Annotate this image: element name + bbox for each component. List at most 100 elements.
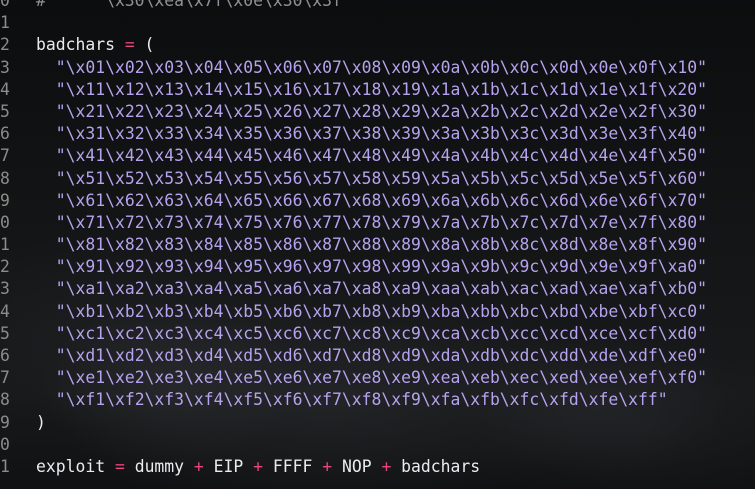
code-line[interactable]: 0 [0,434,755,456]
identifier: badchars [391,456,481,476]
code-line[interactable]: 7 "\xe1\xe2\xe3\xe4\xe5\xe6\xe7\xe8\xe9\… [0,367,755,389]
code-line[interactable]: 1 exploit = dummy + EIP + FFFF + NOP + ba… [0,456,755,478]
line-number: 3 [0,279,10,299]
identifier: exploit [36,456,115,476]
string-literal: "\x01\x02\x03\x04\x05\x06\x07\x08\x09\x0… [55,57,708,77]
string-literal: "\x11\x12\x13\x14\x15\x16\x17\x18\x19\x1… [55,79,708,99]
line-number: 6 [0,124,10,144]
code-editor[interactable]: 0 # "\x30\xea\x7f\x0e\x30\x3f" 1 2 badchars … [0,0,755,489]
line-content: # "\x30\xea\x7f\x0e\x30\x3f" [36,0,352,12]
punctuation: ( [134,35,155,55]
line-content: "\x51\x52\x53\x54\x55\x56\x57\x58\x59\x5… [36,168,707,190]
code-line[interactable]: 6 "\x31\x32\x33\x34\x35\x36\x37\x38\x39\… [0,123,755,145]
line-number: 0 [0,434,10,454]
string-literal: "\xd1\xd2\xd3\xd4\xd5\xd6\xd7\xd8\xd9\xd… [55,346,708,365]
string-literal: "\x61\x62\x63\x64\x65\x66\x67\x68\x69\x6… [55,190,708,210]
line-content: badchars = ( [36,34,154,56]
line-content: "\x01\x02\x03\x04\x05\x06\x07\x08\x09\x0… [36,57,707,79]
code-line[interactable]: 0 "\x71\x72\x73\x74\x75\x76\x77\x78\x79\… [0,212,755,234]
code-line[interactable]: 8 "\x51\x52\x53\x54\x55\x56\x57\x58\x59\… [0,168,755,190]
line-number: 4 [0,79,10,99]
code-line[interactable]: 5 "\x21\x22\x23\x24\x25\x26\x27\x28\x29\… [0,101,755,123]
line-number: 4 [0,301,10,321]
code-line[interactable]: 3 "\xa1\xa2\xa3\xa4\xa5\xa6\xa7\xa8\xa9\… [0,278,755,300]
line-content: "\x61\x62\x63\x64\x65\x66\x67\x68\x69\x6… [36,190,707,212]
line-number: 1 [0,13,10,33]
operator: = [114,456,125,476]
string-literal: "\x51\x52\x53\x54\x55\x56\x57\x58\x59\x5… [55,168,708,188]
code-line[interactable]: 4 "\xb1\xb2\xb3\xb4\xb5\xb6\xb7\xb8\xb9\… [0,301,755,323]
code-area[interactable]: 0 # "\x30\xea\x7f\x0e\x30\x3f" 1 2 badchars … [0,0,755,478]
line-number: 8 [0,168,10,188]
code-line[interactable]: 8 "\xf1\xf2\xf3\xf4\xf5\xf6\xf7\xf8\xf9\… [0,389,755,411]
line-content: "\xd1\xd2\xd3\xd4\xd5\xd6\xd7\xd8\xd9\xd… [36,345,707,367]
line-content: "\xc1\xc2\xc3\xc4\xc5\xc6\xc7\xc8\xc9\xc… [36,323,707,345]
line-content: "\xf1\xf2\xf3\xf4\xf5\xf6\xf7\xf8\xf9\xf… [36,389,668,411]
string-literal: "\xf1\xf2\xf3\xf4\xf5\xf6\xf7\xf8\xf9\xf… [55,390,668,410]
line-number: 0 [0,0,10,10]
code-line[interactable]: 5 "\xc1\xc2\xc3\xc4\xc5\xc6\xc7\xc8\xc9\… [0,323,755,345]
string-literal: "\x71\x72\x73\x74\x75\x76\x77\x78\x79\x7… [55,212,708,232]
identifier: EIP [203,456,254,476]
line-content: exploit = dummy + EIP + FFFF + NOP + bad… [36,456,480,478]
line-content: "\x91\x92\x93\x94\x95\x96\x97\x98\x99\x9… [36,256,707,278]
operator: + [381,456,392,476]
code-line[interactable]: 0 # "\x30\xea\x7f\x0e\x30\x3f" [0,0,755,12]
code-line[interactable]: 4 "\x11\x12\x13\x14\x15\x16\x17\x18\x19\… [0,79,755,101]
string-literal: "\xa1\xa2\xa3\xa4\xa5\xa6\xa7\xa8\xa9\xa… [55,279,708,299]
code-line[interactable]: 3 "\x01\x02\x03\x04\x05\x06\x07\x08\x09\… [0,57,755,79]
string-literal: "\x31\x32\x33\x34\x35\x36\x37\x38\x39\x3… [55,124,708,144]
line-number: 1 [0,456,10,476]
line-number: 1 [0,235,10,255]
code-line[interactable]: 1 "\x81\x82\x83\x84\x85\x86\x87\x88\x89\… [0,234,755,256]
line-content: "\x11\x12\x13\x14\x15\x16\x17\x18\x19\x1… [36,79,707,101]
code-line[interactable]: 7 "\x41\x42\x43\x44\x45\x46\x47\x48\x49\… [0,145,755,167]
string-literal: "\xc1\xc2\xc3\xc4\xc5\xc6\xc7\xc8\xc9\xc… [55,323,708,343]
operator: + [253,456,263,476]
line-number: 5 [0,101,10,121]
line-content: "\xb1\xb2\xb3\xb4\xb5\xb6\xb7\xb8\xb9\xb… [36,301,707,323]
line-content: "\x71\x72\x73\x74\x75\x76\x77\x78\x79\x7… [36,212,707,234]
code-line[interactable]: 2 "\x91\x92\x93\x94\x95\x96\x97\x98\x99\… [0,256,755,278]
code-line[interactable]: 2 badchars = ( [0,34,755,56]
string-literal: "\x91\x92\x93\x94\x95\x96\x97\x98\x99\x9… [55,257,708,277]
line-content: "\x41\x42\x43\x44\x45\x46\x47\x48\x49\x4… [36,145,707,167]
line-number: 6 [0,346,10,365]
line-number: 7 [0,146,10,166]
line-number: 3 [0,57,10,77]
line-number: 2 [0,257,10,277]
identifier: dummy [124,456,194,476]
line-content: "\x21\x22\x23\x24\x25\x26\x27\x28\x29\x2… [36,101,707,123]
line-content: "\xa1\xa2\xa3\xa4\xa5\xa6\xa7\xa8\xa9\xa… [36,278,707,300]
line-content: "\x31\x32\x33\x34\x35\x36\x37\x38\x39\x3… [36,123,707,145]
code-line[interactable]: 9 "\x61\x62\x63\x64\x65\x66\x67\x68\x69\… [0,190,755,212]
code-line[interactable]: 9) [0,412,755,434]
operator: + [322,456,333,476]
string-literal: "\xe1\xe2\xe3\xe4\xe5\xe6\xe7\xe8\xe9\xe… [55,368,708,388]
line-number: 9 [0,190,10,210]
code-line[interactable]: 1 [0,12,755,34]
string-literal: "\x41\x42\x43\x44\x45\x46\x47\x48\x49\x4… [55,146,708,166]
code-line[interactable]: 6 "\xd1\xd2\xd3\xd4\xd5\xd6\xd7\xd8\xd9\… [0,345,755,367]
identifier: FFFF [263,456,323,476]
operator: = [124,35,135,55]
line-number: 7 [0,368,10,388]
line-content: "\xe1\xe2\xe3\xe4\xe5\xe6\xe7\xe8\xe9\xe… [36,367,707,389]
line-number: 2 [0,35,10,55]
identifier: badchars [36,35,125,55]
line-number: 0 [0,212,10,232]
